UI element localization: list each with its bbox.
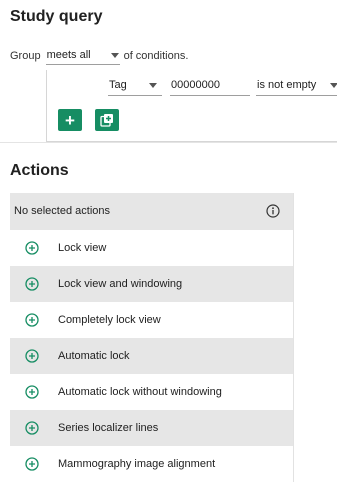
action-item[interactable]: Mammography image alignment — [10, 446, 293, 482]
action-item[interactable]: Lock view and windowing — [10, 266, 293, 302]
add-circle-icon — [25, 457, 39, 471]
section-divider — [0, 142, 337, 143]
chevron-down-icon — [110, 53, 119, 58]
add-circle-icon — [25, 385, 39, 399]
action-item-label: Completely lock view — [58, 314, 161, 326]
add-group-button[interactable] — [95, 109, 119, 131]
action-item[interactable]: Automatic lock without windowing — [10, 374, 293, 410]
add-condition-button[interactable]: + — [58, 109, 82, 131]
actions-header-label: No selected actions — [14, 205, 110, 217]
action-item[interactable]: Series localizer lines — [10, 410, 293, 446]
add-circle-icon — [25, 277, 39, 291]
action-item-label: Lock view — [58, 242, 107, 254]
action-item[interactable]: Completely lock view — [10, 302, 293, 338]
group-mode-value: meets all — [46, 49, 91, 61]
group-row: Group meets all of conditions. — [10, 47, 188, 65]
condition-field-select[interactable]: Tag — [108, 76, 162, 96]
condition-field-value: Tag — [109, 79, 127, 91]
library-add-icon — [100, 114, 113, 127]
action-item[interactable]: Lock view — [10, 230, 293, 266]
condition-operator-value: is not empty — [257, 79, 317, 91]
action-item-label: Automatic lock without windowing — [58, 386, 222, 398]
group-label: Group — [10, 50, 41, 62]
actions-header: No selected actions — [10, 193, 293, 230]
info-icon[interactable] — [266, 204, 280, 218]
action-item-label: Lock view and windowing — [58, 278, 183, 290]
action-item-label: Automatic lock — [58, 350, 130, 362]
condition-group: Tag 00000000 is not empty + — [46, 70, 337, 142]
actions-list: No selected actions Lock view Lock view … — [10, 193, 294, 482]
condition-value-input[interactable]: 00000000 — [170, 76, 250, 96]
study-query-title: Study query — [10, 8, 103, 25]
add-circle-icon — [25, 241, 39, 255]
action-item[interactable]: Automatic lock — [10, 338, 293, 374]
plus-icon: + — [65, 110, 75, 130]
condition-value-text: 00000000 — [171, 79, 220, 91]
action-item-label: Mammography image alignment — [58, 458, 216, 470]
add-circle-icon — [25, 421, 39, 435]
action-item-label: Series localizer lines — [58, 422, 159, 434]
group-suffix: of conditions. — [123, 50, 189, 62]
chevron-down-icon — [149, 83, 157, 88]
add-circle-icon — [25, 349, 39, 363]
actions-title: Actions — [10, 162, 69, 179]
chevron-down-icon — [330, 83, 337, 88]
add-circle-icon — [25, 313, 39, 327]
group-mode-select[interactable]: meets all — [45, 47, 120, 65]
condition-operator-select[interactable]: is not empty — [256, 76, 337, 96]
